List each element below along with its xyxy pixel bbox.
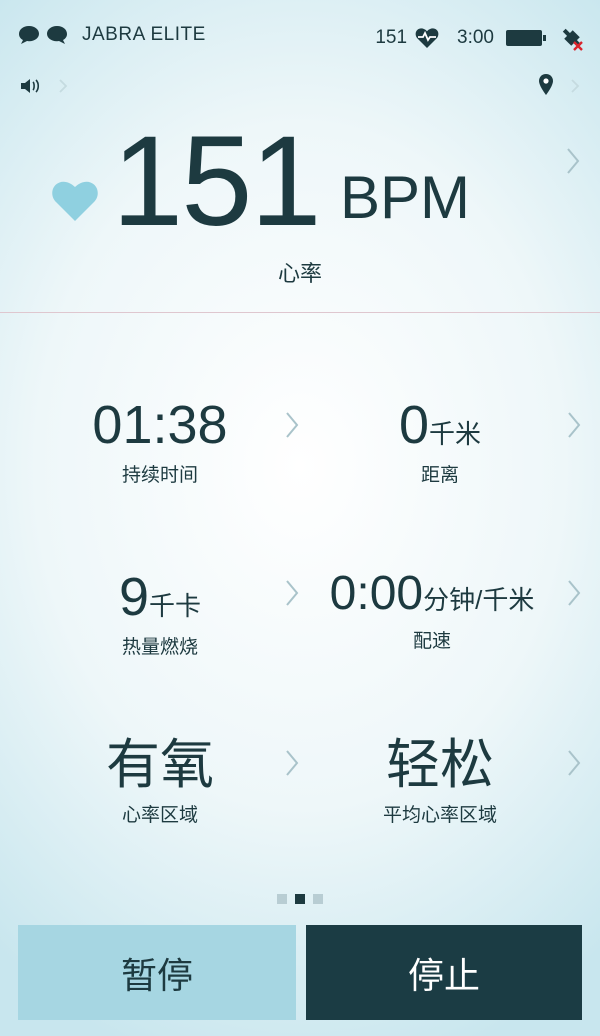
metric-pace[interactable]: 0:00分钟/千米 配速 bbox=[300, 570, 564, 653]
page-dot-active[interactable] bbox=[295, 894, 305, 904]
metric-duration[interactable]: 01:38 持续时间 bbox=[40, 398, 280, 487]
heart-icon bbox=[52, 181, 98, 221]
page-indicator[interactable] bbox=[0, 894, 600, 904]
distance-label: 距离 bbox=[420, 464, 459, 486]
calories-value: 9 bbox=[118, 567, 150, 627]
calories-unit: 千卡 bbox=[149, 591, 202, 621]
status-left: JABRA ELITE bbox=[18, 24, 206, 46]
heart-pulse-icon bbox=[415, 28, 439, 48]
hr-zone-label: 心率区域 bbox=[121, 804, 198, 826]
pace-value: 0:00 bbox=[329, 567, 424, 620]
page-dot[interactable] bbox=[277, 894, 287, 904]
calories-label: 热量燃烧 bbox=[121, 636, 198, 658]
battery-icon bbox=[506, 30, 546, 46]
gps-off-icon bbox=[562, 28, 583, 51]
metric-hr-zone[interactable]: 有氧 心率区域 bbox=[40, 738, 280, 827]
metric-calories[interactable]: 9千卡 热量燃烧 bbox=[40, 570, 280, 659]
distance-value: 0 bbox=[398, 395, 430, 455]
chevron-right-icon bbox=[571, 79, 580, 93]
duration-value: 01:38 bbox=[92, 395, 228, 455]
pace-label: 配速 bbox=[412, 630, 451, 652]
chevron-right-icon bbox=[568, 750, 581, 776]
chevron-right-icon bbox=[286, 412, 299, 438]
divider bbox=[0, 312, 600, 313]
chevron-right-icon bbox=[568, 580, 581, 606]
earbud-left-icon bbox=[19, 26, 39, 44]
heart-rate-value: 151 bbox=[112, 110, 322, 253]
chevron-right-icon bbox=[286, 580, 299, 606]
hr-zone-value: 有氧 bbox=[106, 735, 214, 795]
pace-unit: 分钟/千米 bbox=[423, 585, 535, 615]
heart-rate-label: 心率 bbox=[277, 262, 322, 287]
status-heart-rate: 151 bbox=[375, 27, 408, 48]
chevron-right-icon bbox=[568, 412, 581, 438]
metric-distance[interactable]: 0千米 距离 bbox=[320, 398, 560, 487]
chevron-right-icon bbox=[286, 750, 299, 776]
speaker-icon[interactable] bbox=[20, 77, 42, 95]
avg-hr-zone-value: 轻松 bbox=[386, 735, 494, 795]
chevron-right-icon bbox=[567, 148, 580, 174]
sub-bar bbox=[0, 68, 600, 104]
heart-rate-unit: BPM bbox=[340, 164, 471, 231]
page-dot[interactable] bbox=[313, 894, 323, 904]
chevron-right-icon bbox=[59, 79, 68, 93]
location-pin-icon[interactable] bbox=[538, 73, 554, 97]
avg-hr-zone-label: 平均心率区域 bbox=[382, 804, 497, 826]
status-right: 151 3:00 bbox=[375, 24, 586, 52]
earbud-right-icon bbox=[47, 26, 67, 44]
status-time: 3:00 bbox=[457, 27, 494, 48]
device-name: JABRA ELITE bbox=[82, 24, 206, 45]
duration-label: 持续时间 bbox=[121, 464, 198, 486]
distance-unit: 千米 bbox=[429, 419, 482, 449]
pause-button[interactable]: 暂停 bbox=[18, 925, 296, 1020]
metric-avg-hr-zone[interactable]: 轻松 平均心率区域 bbox=[320, 738, 560, 827]
stop-button[interactable]: 停止 bbox=[306, 925, 582, 1020]
status-bar: JABRA ELITE 151 3:00 bbox=[0, 0, 600, 72]
